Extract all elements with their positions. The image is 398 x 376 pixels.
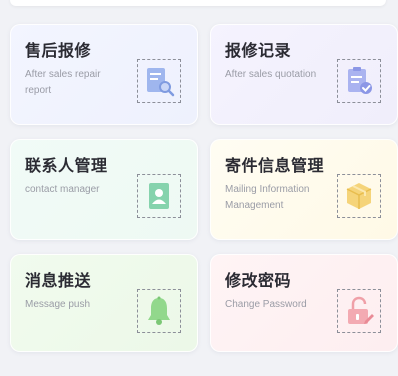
package-icon [337,174,381,218]
card-title: 消息推送 [25,271,92,290]
card-title: 售后报修 [25,41,92,60]
card-contact-manager[interactable]: 联系人管理 contact manager [10,139,198,240]
card-change-password[interactable]: 修改密码 Change Password [210,254,398,352]
card-subtitle: After sales repair report [25,69,101,96]
card-title: 联系人管理 [25,156,108,175]
card-subtitle: After sales quotation [225,69,317,80]
card-mailing-information[interactable]: 寄件信息管理 Mailing Information Management [210,139,398,240]
bell-icon [137,289,181,333]
service-menu-grid: 售后报修 After sales repair report 报修记录 Afte… [0,0,398,376]
card-message-push[interactable]: 消息推送 Message push [10,254,198,352]
card-title: 修改密码 [225,271,292,290]
card-subtitle: Mailing Information Management [225,184,310,211]
repair-report-icon [137,59,181,103]
card-title: 寄件信息管理 [225,156,325,175]
card-title: 报修记录 [225,41,292,60]
card-subtitle: contact manager [25,184,100,195]
card-subtitle: Change Password [225,299,307,310]
card-repair-records[interactable]: 报修记录 After sales quotation [210,24,398,125]
contact-icon [137,174,181,218]
quotation-record-icon [337,59,381,103]
lock-icon [337,289,381,333]
card-after-sales-repair[interactable]: 售后报修 After sales repair report [10,24,198,125]
card-subtitle: Message push [25,299,91,310]
